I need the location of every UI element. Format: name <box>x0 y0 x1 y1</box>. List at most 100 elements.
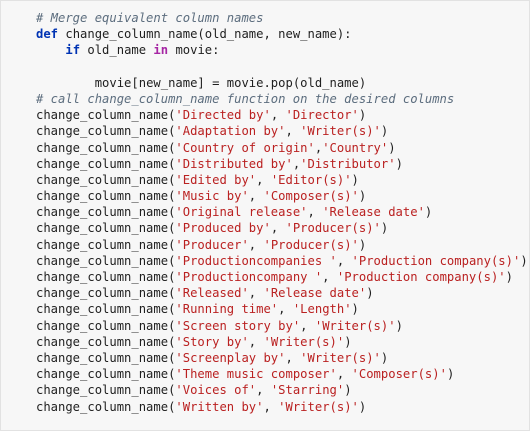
string-old-name: 'Voices of' <box>175 383 257 398</box>
code-line: change_column_name('Productioncompanies … <box>36 253 528 268</box>
string-old-name: 'Written by' <box>175 399 264 414</box>
string-new-name: 'Composer(s)' <box>263 189 359 204</box>
function-call-name: change_column_name <box>36 286 169 301</box>
argument-separator: , <box>270 221 286 236</box>
string-new-name: 'Country' <box>322 140 389 155</box>
argument-separator: , <box>248 189 264 204</box>
code-line: change_column_name('Productioncompany ',… <box>36 270 513 284</box>
string-new-name: 'Writer(s)' <box>263 334 345 349</box>
string-old-name: 'Distributed by' <box>175 156 293 171</box>
string-old-name: 'Released' <box>175 286 249 301</box>
function-call-name: change_column_name <box>36 383 169 398</box>
string-old-name: 'Produced by' <box>175 221 271 236</box>
code-line: change_column_name('Music by', 'Composer… <box>36 189 367 204</box>
argument-separator: , <box>248 286 264 301</box>
string-old-name: 'Producer' <box>175 237 249 252</box>
string-new-name: 'Distributor' <box>300 156 396 171</box>
string-old-name: 'Productioncompanies ' <box>175 253 337 268</box>
function-call-name: change_column_name <box>36 108 169 123</box>
code-line: if old_name in movie: <box>36 42 528 58</box>
argument-separator: , <box>285 124 301 139</box>
function-call-name: change_column_name <box>36 253 169 268</box>
function-call-name: change_column_name <box>36 205 169 220</box>
code-line: change_column_name('Voices of', 'Starrin… <box>36 383 352 398</box>
argument-separator: , <box>256 383 271 398</box>
code-line: change_column_name('Distributed by','Dis… <box>36 156 403 171</box>
argument-separator: , <box>336 253 352 268</box>
function-call-name: change_column_name <box>36 237 169 252</box>
function-call-name: change_column_name <box>36 367 169 382</box>
function-call-name: change_column_name <box>36 270 169 284</box>
code-line: change_column_name('Country of origin','… <box>36 140 396 155</box>
code-line: # Merge equivalent column names <box>36 10 528 26</box>
string-new-name: 'Starring' <box>270 383 345 398</box>
code-line: change_column_name('Written by', 'Writer… <box>36 399 367 414</box>
code-line: change_column_name('Edited by', 'Editor(… <box>36 172 359 187</box>
argument-separator: , <box>263 399 279 414</box>
code-line: change_column_name('Released', 'Release … <box>36 286 374 301</box>
code-text: movie: <box>168 43 220 58</box>
string-old-name: 'Edited by' <box>175 172 257 187</box>
function-call-name: change_column_name <box>36 399 169 414</box>
keyword-if: if <box>65 43 81 58</box>
code-line: change_column_name('Screen story by', 'W… <box>36 318 403 333</box>
code-line: change_column_name('Screenplay by', 'Wri… <box>36 350 389 365</box>
code-comment: # call change_column_name function on th… <box>36 91 455 106</box>
argument-separator: , <box>307 205 323 220</box>
function-signature: change_column_name(old_name, new_name): <box>58 27 352 42</box>
string-new-name: 'Release date' <box>322 205 425 220</box>
string-new-name: 'Production company(s)' <box>351 253 521 268</box>
code-line: change_column_name('Adaptation by', 'Wri… <box>36 124 389 139</box>
code-line: change_column_name('Directed by', 'Direc… <box>36 108 367 123</box>
string-old-name: 'Productioncompany ' <box>175 270 323 284</box>
string-old-name: 'Story by' <box>175 334 249 349</box>
string-new-name: 'Writer(s)' <box>314 318 396 333</box>
code-line: change_column_name('Theme music composer… <box>36 367 455 382</box>
string-old-name: 'Directed by' <box>175 108 271 123</box>
keyword-def: def <box>36 27 59 42</box>
code-statement: movie[new_name] = movie.pop(old_name) <box>94 75 367 90</box>
string-new-name: 'Writer(s)' <box>300 124 381 139</box>
function-call-name: change_column_name <box>36 156 169 171</box>
argument-separator: , <box>336 367 352 382</box>
code-text: old_name <box>80 43 154 58</box>
function-call-name: change_column_name <box>36 140 169 155</box>
argument-separator: , <box>256 172 271 187</box>
argument-separator: , <box>248 237 264 252</box>
string-new-name: 'Editor(s)' <box>270 172 352 187</box>
argument-separator: , <box>270 108 286 123</box>
string-new-name: 'Length' <box>292 302 352 317</box>
code-line: # call change_column_name function on th… <box>36 91 528 107</box>
string-new-name: 'Producer(s)' <box>285 221 381 236</box>
string-old-name: 'Screenplay by' <box>175 350 286 365</box>
code-line: change_column_name('Original release', '… <box>36 205 433 220</box>
argument-separator: , <box>285 350 301 365</box>
function-call-name: change_column_name <box>36 124 169 139</box>
string-new-name: 'Composer(s)' <box>351 367 447 382</box>
function-call-name: change_column_name <box>36 318 169 333</box>
function-call-name: change_column_name <box>36 334 169 349</box>
code-editor[interactable]: # Merge equivalent column names def chang… <box>36 10 528 415</box>
argument-separator: , <box>248 334 264 349</box>
code-line: def change_column_name(old_name, new_nam… <box>36 26 528 42</box>
string-new-name: 'Writer(s)' <box>300 350 381 365</box>
code-line: change_column_name('Story by', 'Writer(s… <box>36 334 352 349</box>
function-call-name: change_column_name <box>36 350 169 365</box>
string-new-name: 'Director' <box>285 108 359 123</box>
function-call-name: change_column_name <box>36 189 169 204</box>
string-old-name: 'Country of origin' <box>175 140 315 155</box>
code-line: movie[new_name] = movie.pop(old_name) <box>36 75 528 91</box>
string-new-name: 'Writer(s)' <box>278 399 359 414</box>
string-new-name: 'Release date' <box>263 286 367 301</box>
code-cell[interactable]: # Merge equivalent column names def chang… <box>0 0 530 431</box>
string-new-name: 'Production company(s)' <box>336 270 506 284</box>
argument-separator: , <box>278 302 293 317</box>
argument-separator: , <box>300 318 315 333</box>
string-old-name: 'Adaptation by' <box>175 124 286 139</box>
function-call-name: change_column_name <box>36 221 169 236</box>
code-line: change_column_name('Running time', 'Leng… <box>36 302 359 317</box>
code-line: change_column_name('Produced by', 'Produ… <box>36 221 389 236</box>
string-old-name: 'Music by' <box>175 189 249 204</box>
string-old-name: 'Screen story by' <box>175 318 301 333</box>
